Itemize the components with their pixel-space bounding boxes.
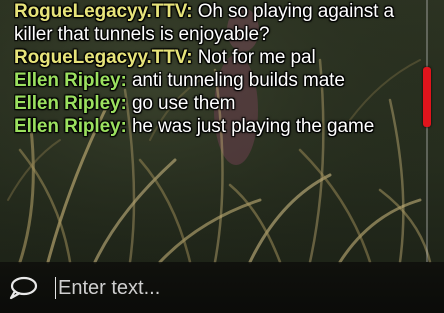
- chat-sender-name[interactable]: RogueLegacyy.TTV: [14, 47, 186, 68]
- chat-sender-colon: :: [186, 47, 193, 68]
- chat-scrollbar[interactable]: [423, 0, 431, 262]
- chat-sender-name[interactable]: Ellen Ripley: [14, 116, 121, 137]
- scrollbar-track[interactable]: [426, 0, 428, 262]
- chat-message-text: go use them: [131, 93, 236, 114]
- chat-sender-name[interactable]: RogueLegacyy.TTV: [14, 1, 186, 22]
- chat-message: Ellen Ripley: go use them: [14, 92, 414, 115]
- game-chat-overlay: RogueLegacyy.TTV: Oh so playing against …: [0, 0, 444, 313]
- chat-sender-name[interactable]: Ellen Ripley: [14, 70, 121, 91]
- chat-message: RogueLegacyy.TTV: Oh so playing against …: [14, 0, 414, 46]
- chat-message-text: anti tunneling builds mate: [131, 70, 345, 91]
- chat-sender-colon: :: [186, 1, 193, 22]
- chat-message-text: Not for me pal: [197, 47, 316, 68]
- speech-bubble-icon: [9, 276, 38, 300]
- chat-sender-colon: :: [120, 93, 127, 114]
- chat-message-text: he was just playing the game: [131, 116, 375, 137]
- chat-sender-name[interactable]: Ellen Ripley: [14, 93, 121, 114]
- chat-message: Ellen Ripley: anti tunneling builds mate: [14, 69, 414, 92]
- chat-sender-colon: :: [120, 70, 127, 91]
- scrollbar-thumb[interactable]: [423, 67, 431, 127]
- chat-input-bar: [0, 262, 444, 313]
- chat-input-field[interactable]: [52, 272, 438, 304]
- chat-message: Ellen Ripley: he was just playing the ga…: [14, 115, 414, 138]
- chat-sender-colon: :: [120, 116, 127, 137]
- chat-message: RogueLegacyy.TTV: Not for me pal: [14, 46, 414, 69]
- chat-log[interactable]: RogueLegacyy.TTV: Oh so playing against …: [14, 0, 414, 262]
